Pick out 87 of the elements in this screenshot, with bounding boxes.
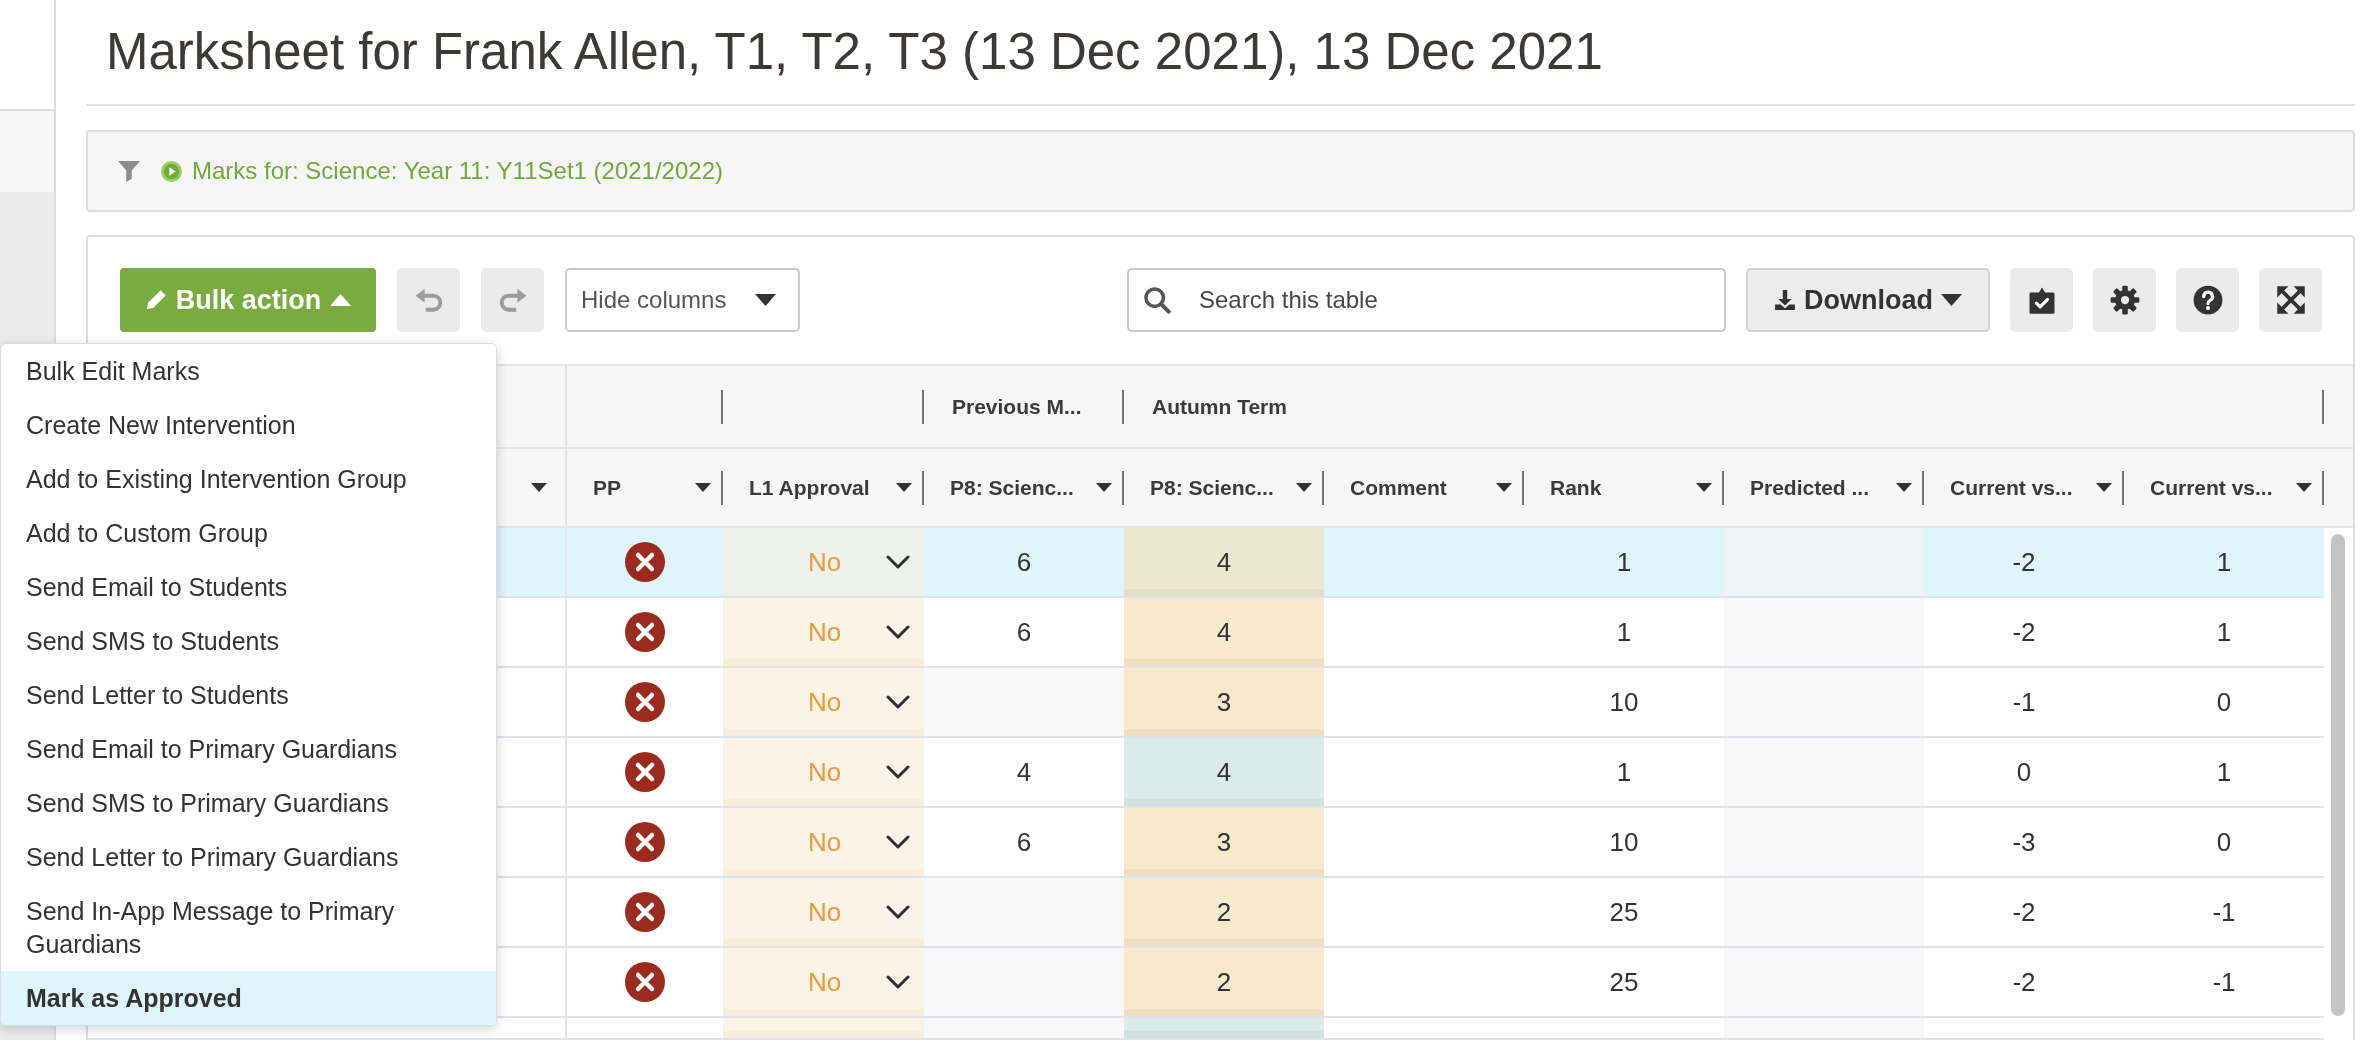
caret-down-icon <box>1941 294 1962 306</box>
table-cell-text: 1 <box>2215 615 2233 649</box>
chevron-down-icon <box>886 765 910 779</box>
chevron-down-icon <box>886 695 910 709</box>
column-header[interactable]: L1 Approval <box>723 449 924 526</box>
table-cell: 2 <box>1124 948 1324 1016</box>
chevron-down-icon <box>886 555 910 569</box>
menu-item[interactable]: Mark as Approved <box>1 971 496 1025</box>
table-cell-text: 10 <box>1608 685 1640 719</box>
table-cell: 4 <box>1124 598 1324 666</box>
play-circle-icon <box>161 160 182 182</box>
table-cell-text: -2 <box>2011 545 2037 579</box>
download-icon <box>1774 289 1796 311</box>
table-cell-text: 6 <box>1015 825 1033 859</box>
caret-down-icon <box>2296 483 2312 492</box>
caret-down-icon <box>1096 483 1112 492</box>
search-icon <box>1143 286 1171 314</box>
table-row[interactable] <box>88 1018 2324 1040</box>
filter-icon <box>118 160 140 182</box>
table-cell-text: 1 <box>1615 545 1633 579</box>
column-header[interactable]: Current vs... <box>1924 449 2124 526</box>
hide-columns-dropdown[interactable]: Hide columns <box>565 268 800 332</box>
help-icon <box>2192 285 2223 315</box>
table-cell-text: 4 <box>1015 755 1033 789</box>
table-cell: 3 <box>1124 808 1324 876</box>
caret-down-icon <box>2096 483 2112 492</box>
caret-down-icon <box>1696 483 1712 492</box>
chevron-down-icon <box>886 905 910 919</box>
caret-down-icon <box>695 483 711 492</box>
table-cell-text: -1 <box>2211 965 2237 999</box>
table-cell: 3 <box>1124 668 1324 736</box>
table-cell-text: -2 <box>2011 895 2037 929</box>
caret-down-icon <box>896 483 912 492</box>
caret-down-icon <box>1896 483 1912 492</box>
caret-up-icon <box>330 294 352 306</box>
table-cell: 2 <box>1124 878 1324 946</box>
table-cell: 4 <box>1124 528 1324 596</box>
help-button[interactable] <box>2176 268 2239 332</box>
caret-down-icon <box>1296 483 1312 492</box>
column-header[interactable]: PP <box>567 449 723 526</box>
table-cell-text: -3 <box>2011 825 2037 859</box>
fullscreen-button[interactable] <box>2259 268 2322 332</box>
menu-item[interactable]: Add to Existing Intervention Group <box>1 452 496 506</box>
table-cell-text: 0 <box>2015 755 2033 789</box>
column-header[interactable]: Comment <box>1324 449 1524 526</box>
caret-down-icon <box>755 294 776 306</box>
menu-item[interactable]: Bulk Edit Marks <box>1 344 496 398</box>
table-cell-text: 10 <box>1608 825 1640 859</box>
column-header[interactable]: Current vs... <box>2124 449 2324 526</box>
settings-icon <box>2109 285 2140 315</box>
search-field[interactable]: Search this table <box>1127 268 1726 332</box>
table-cell-text: 0 <box>2215 685 2233 719</box>
table-cell-text: 1 <box>1615 755 1633 789</box>
table-cell-text: -1 <box>2211 895 2237 929</box>
table-cell-text: 6 <box>1015 545 1033 579</box>
column-header[interactable]: P8: Scienc... <box>1124 449 1324 526</box>
chevron-down-icon <box>886 625 910 639</box>
table-cell: 4 <box>1124 738 1324 806</box>
check-list-button[interactable] <box>2010 268 2073 332</box>
caret-down-icon <box>531 483 547 492</box>
table-cell-text: 1 <box>2215 755 2233 789</box>
table-cell-text: 25 <box>1608 965 1640 999</box>
download-button[interactable]: Download <box>1746 268 1990 332</box>
page-title: Marksheet for Frank Allen, T1, T2, T3 (13 Dec 2021), 13 Dec 2021 <box>86 0 2355 106</box>
redo-icon <box>498 288 527 312</box>
caret-down-icon <box>1496 483 1512 492</box>
table-cell-text: -2 <box>2011 615 2037 649</box>
table-cell-text: 0 <box>2215 825 2233 859</box>
column-group-header: Previous M... <box>952 393 1082 420</box>
table-cell-text: 6 <box>1015 615 1033 649</box>
menu-item[interactable]: Create New Intervention <box>1 398 496 452</box>
column-header[interactable]: P8: Scienc... <box>924 449 1124 526</box>
column-header[interactable]: Predicted ... <box>1724 449 1924 526</box>
table-cell-text: 25 <box>1608 895 1640 929</box>
chevron-down-icon <box>886 975 910 989</box>
undo-icon <box>414 288 443 312</box>
table-cell-text: -1 <box>2011 685 2037 719</box>
chevron-down-icon <box>886 835 910 849</box>
table-cell-text: 1 <box>2215 545 2233 579</box>
column-group-header: Autumn Term <box>1152 393 1287 420</box>
scrollbar[interactable] <box>2331 534 2345 1016</box>
settings-button[interactable] <box>2093 268 2156 332</box>
table-cell-text: -2 <box>2011 965 2037 999</box>
table-cell-text: 1 <box>1615 615 1633 649</box>
column-header[interactable]: Rank <box>1524 449 1724 526</box>
expand-arrows-icon <box>2275 285 2306 315</box>
pencil-icon <box>144 289 167 311</box>
